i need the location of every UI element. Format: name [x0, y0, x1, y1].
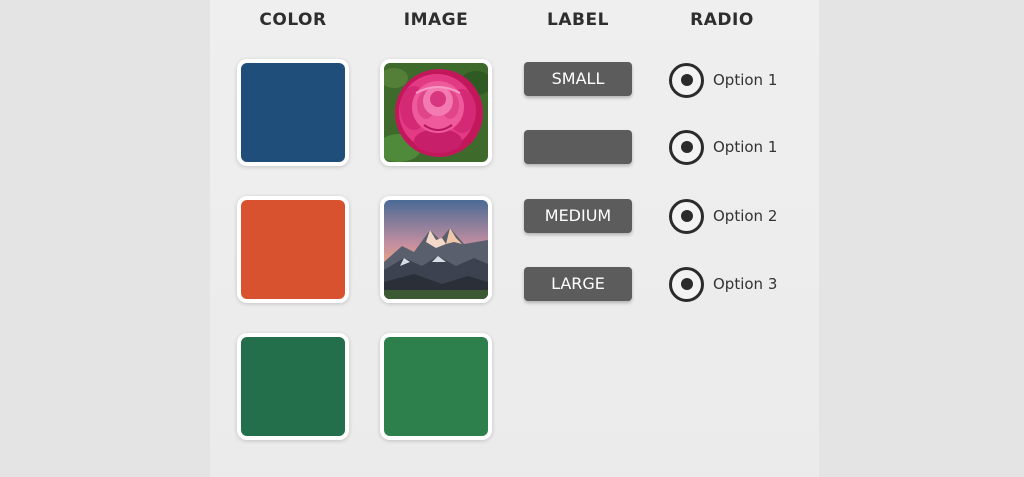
- radio-option-row-2[interactable]: Option 1: [669, 128, 777, 166]
- image-column-header: IMAGE: [403, 10, 469, 30]
- radio-button[interactable]: [669, 198, 704, 234]
- label-small-button[interactable]: SMALL: [524, 62, 632, 96]
- radio-selected-dot: [680, 141, 693, 153]
- radio-button[interactable]: [669, 266, 704, 302]
- left-margin: [0, 0, 210, 477]
- color-swatch-orange[interactable]: [237, 196, 349, 303]
- radio-selected-dot: [680, 278, 693, 290]
- color-swatch-green[interactable]: [237, 333, 349, 440]
- radio-label: Option 3: [713, 275, 778, 293]
- peony-flower-image: [384, 63, 488, 162]
- color-column-header: COLOR: [259, 10, 327, 30]
- radio-option-row-4[interactable]: Option 3: [669, 265, 777, 303]
- label-column-header: LABEL: [547, 10, 609, 30]
- image-swatch-mountain[interactable]: [380, 196, 492, 303]
- radio-label: Option 1: [713, 71, 778, 89]
- right-margin: [819, 0, 1024, 477]
- label-empty-button[interactable]: [524, 130, 632, 164]
- radio-button[interactable]: [669, 62, 704, 98]
- radio-label: Option 1: [713, 138, 778, 156]
- image-swatch-green[interactable]: [380, 333, 492, 440]
- mountain-sunset-image: [384, 200, 488, 299]
- color-swatch-blue[interactable]: [237, 59, 349, 166]
- radio-selected-dot: [680, 74, 693, 86]
- radio-option-row-1[interactable]: Option 1: [669, 61, 777, 99]
- radio-label: Option 2: [713, 207, 778, 225]
- radio-button[interactable]: [669, 129, 704, 165]
- label-large-button[interactable]: LARGE: [524, 267, 632, 301]
- image-swatch-flower[interactable]: [380, 59, 492, 166]
- radio-selected-dot: [680, 210, 693, 222]
- radio-option-row-3[interactable]: Option 2: [669, 197, 777, 235]
- radio-column-header: RADIO: [690, 10, 754, 30]
- label-medium-button[interactable]: MEDIUM: [524, 199, 632, 233]
